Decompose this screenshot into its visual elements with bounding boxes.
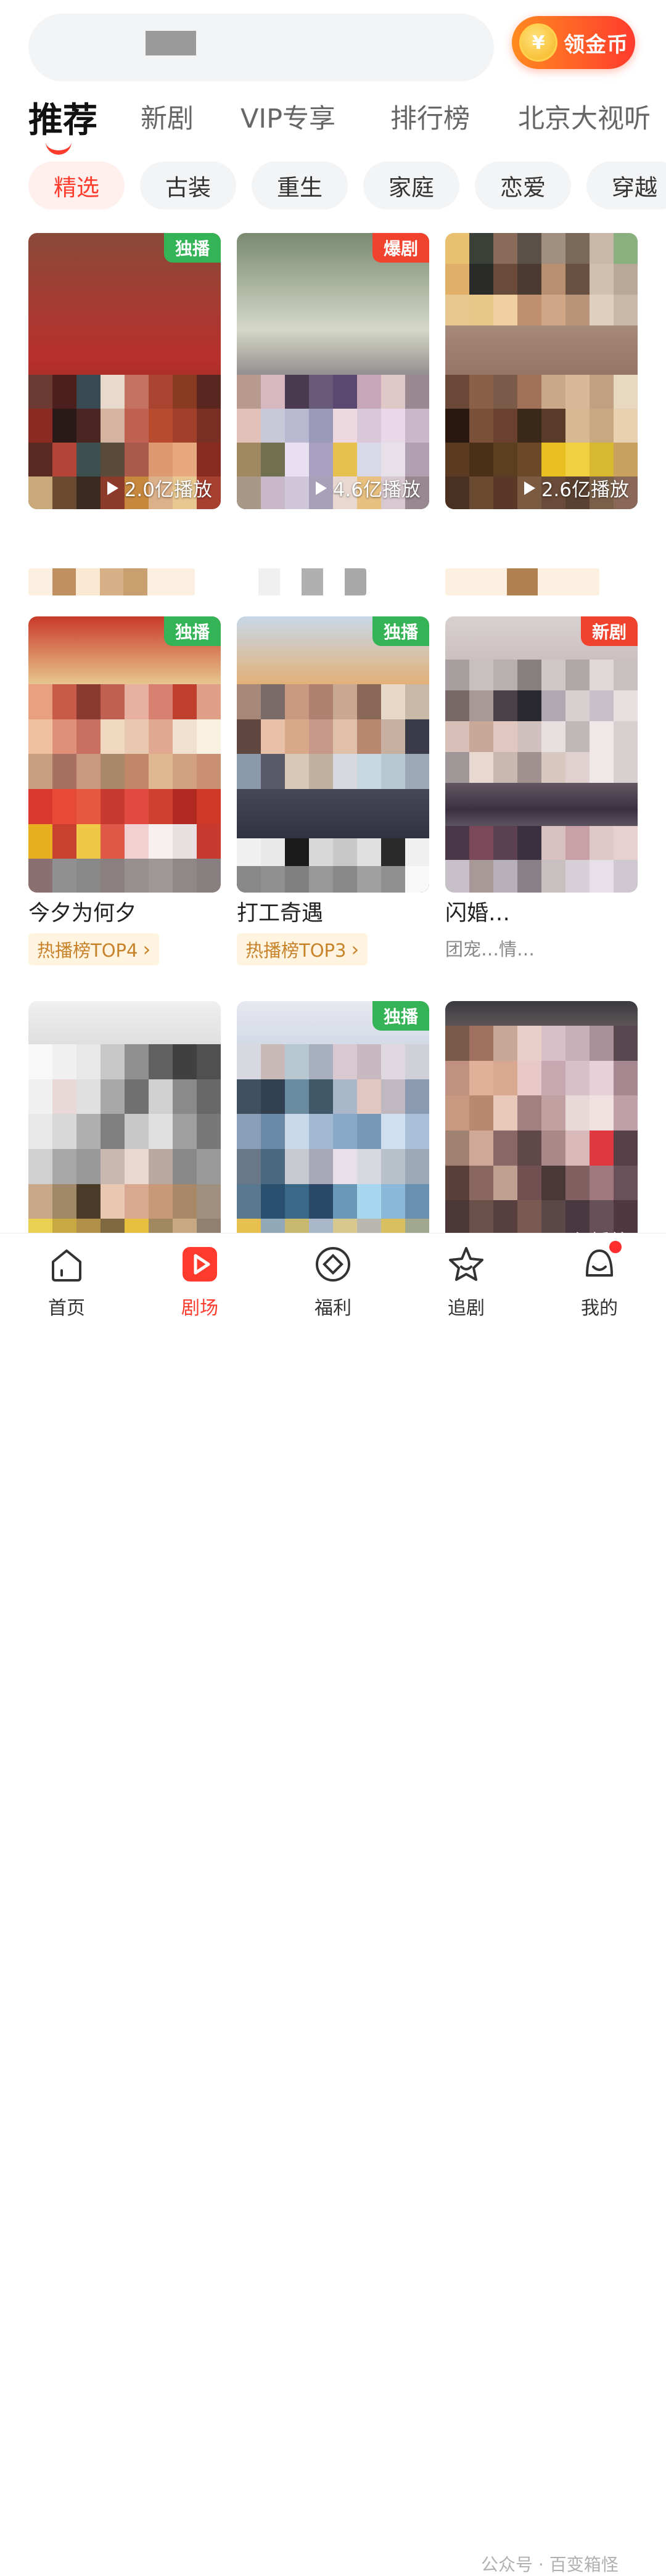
chip-romance[interactable]: 恋爱 bbox=[475, 162, 571, 210]
exclusive-badge: 独播 bbox=[372, 616, 429, 646]
drama-poster bbox=[28, 1001, 221, 1254]
ranking-tag[interactable]: 热播榜TOP3 › bbox=[237, 933, 368, 965]
chip-time-travel[interactable]: 穿越 bbox=[586, 162, 666, 210]
drama-title: 闪婚… bbox=[445, 901, 511, 926]
play-icon bbox=[315, 481, 327, 495]
play-count: 2.0亿播放 bbox=[107, 474, 212, 502]
star-icon bbox=[446, 1245, 486, 1284]
chip-family[interactable]: 家庭 bbox=[363, 162, 459, 210]
bottom-navigation: 首页 剧场 福利 追剧 我的 公众号 · 百变箱怪 bbox=[0, 1233, 666, 2575]
new-badge: 新剧 bbox=[580, 616, 638, 646]
coin-icon bbox=[313, 1245, 353, 1284]
active-tab-indicator bbox=[46, 139, 72, 155]
drama-card[interactable]: 1.5亿播放 bbox=[445, 1001, 638, 1254]
drama-poster: 独播 bbox=[28, 616, 221, 893]
chip-rebirth[interactable]: 重生 bbox=[252, 162, 348, 210]
play-count-label: 2.0亿播放 bbox=[124, 479, 212, 501]
drama-card[interactable]: 独播 2.0亿播放 bbox=[28, 233, 221, 509]
nav-follow[interactable]: 追剧 bbox=[423, 1245, 509, 1320]
home-icon bbox=[47, 1245, 86, 1284]
search-bar[interactable] bbox=[28, 14, 494, 81]
tab-vip[interactable]: VIP专享 bbox=[240, 97, 335, 136]
drama-card[interactable]: 独播 打工奇遇 热播榜TOP3 › bbox=[237, 616, 429, 965]
drama-title: 今夕为何夕 bbox=[28, 901, 137, 926]
redacted-title bbox=[237, 568, 366, 595]
tab-ranking-label: 排行榜 bbox=[390, 104, 470, 134]
nav-profile[interactable]: 我的 bbox=[556, 1241, 643, 1320]
tab-new-label: 新剧 bbox=[141, 104, 194, 134]
nav-welfare-label: 福利 bbox=[314, 1298, 352, 1319]
nav-welfare[interactable]: 福利 bbox=[290, 1245, 376, 1320]
exclusive-badge: 独播 bbox=[163, 233, 221, 263]
nav-theater-label: 剧场 bbox=[181, 1298, 218, 1319]
main-tabs: 推荐 新剧 VIP专享 排行榜 北京大视听 bbox=[28, 92, 666, 160]
ranking-tag-label: 热播榜TOP4 bbox=[37, 940, 138, 961]
drama-card[interactable]: 新剧 闪婚… 团宠…情… bbox=[445, 616, 638, 963]
redacted-title bbox=[445, 568, 599, 595]
coin-icon: ¥ bbox=[519, 23, 557, 62]
tab-vip-label: VIP专享 bbox=[240, 104, 336, 134]
drama-card[interactable]: 独播 bbox=[237, 1001, 429, 1254]
play-count: 4.6亿播放 bbox=[315, 474, 421, 502]
chevron-right-icon: › bbox=[351, 938, 360, 961]
drama-poster: 新剧 bbox=[445, 616, 638, 893]
tab-recommend[interactable]: 推荐 bbox=[28, 92, 97, 155]
tab-beijing-label: 北京大视听 bbox=[518, 104, 651, 134]
ranking-tag[interactable]: 热播榜TOP4 › bbox=[28, 933, 160, 965]
hit-badge: 爆剧 bbox=[372, 233, 429, 263]
redacted-title bbox=[28, 568, 195, 595]
search-placeholder-redacted bbox=[146, 31, 196, 55]
chevron-right-icon: › bbox=[142, 938, 151, 961]
drama-card[interactable] bbox=[28, 1001, 221, 1254]
play-count: 2.6亿播放 bbox=[524, 474, 629, 502]
notification-dot bbox=[609, 1241, 622, 1253]
chip-featured[interactable]: 精选 bbox=[28, 162, 125, 210]
nav-theater[interactable]: 剧场 bbox=[157, 1245, 243, 1320]
drama-poster: 独播 bbox=[237, 616, 429, 893]
tab-beijing[interactable]: 北京大视听 bbox=[518, 97, 651, 136]
drama-card[interactable]: 独播 今夕为何夕 热播榜TOP4 › bbox=[28, 616, 221, 965]
nav-home-label: 首页 bbox=[48, 1298, 85, 1319]
drama-poster: 爆剧 4.6亿播放 bbox=[237, 233, 429, 509]
play-count-label: 2.6亿播放 bbox=[541, 479, 629, 501]
claim-coins-button[interactable]: ¥ 领金币 bbox=[512, 16, 635, 69]
exclusive-badge: 独播 bbox=[372, 1001, 429, 1031]
drama-poster: 独播 bbox=[237, 1001, 429, 1254]
claim-coins-label: 领金币 bbox=[564, 32, 628, 57]
nav-follow-label: 追剧 bbox=[448, 1298, 485, 1319]
drama-card[interactable]: 2.6亿播放 bbox=[445, 233, 638, 509]
ranking-tag-label: 热播榜TOP3 bbox=[245, 940, 347, 961]
chip-costume[interactable]: 古装 bbox=[140, 162, 236, 210]
exclusive-badge: 独播 bbox=[163, 616, 221, 646]
play-count-label: 4.6亿播放 bbox=[332, 479, 421, 501]
category-chips: 精选 古装 重生 家庭 恋爱 穿越 bbox=[28, 162, 666, 212]
watermark: 公众号 · 百变箱怪 bbox=[481, 2554, 619, 2575]
profile-icon bbox=[580, 1241, 622, 1284]
nav-profile-label: 我的 bbox=[581, 1298, 618, 1319]
drama-poster: 2.6亿播放 bbox=[445, 233, 638, 509]
tab-recommend-label: 推荐 bbox=[28, 100, 97, 141]
drama-poster: 1.5亿播放 bbox=[445, 1001, 638, 1254]
drama-title: 打工奇遇 bbox=[237, 901, 324, 926]
genre-tags: 团宠…情… bbox=[445, 939, 535, 960]
play-icon bbox=[180, 1245, 220, 1284]
nav-home[interactable]: 首页 bbox=[23, 1245, 110, 1320]
play-icon bbox=[107, 481, 118, 495]
tab-ranking[interactable]: 排行榜 bbox=[390, 97, 470, 136]
play-icon bbox=[524, 481, 535, 495]
drama-card[interactable]: 爆剧 4.6亿播放 bbox=[237, 233, 429, 509]
tab-new[interactable]: 新剧 bbox=[141, 97, 194, 136]
drama-poster: 独播 2.0亿播放 bbox=[28, 233, 221, 509]
